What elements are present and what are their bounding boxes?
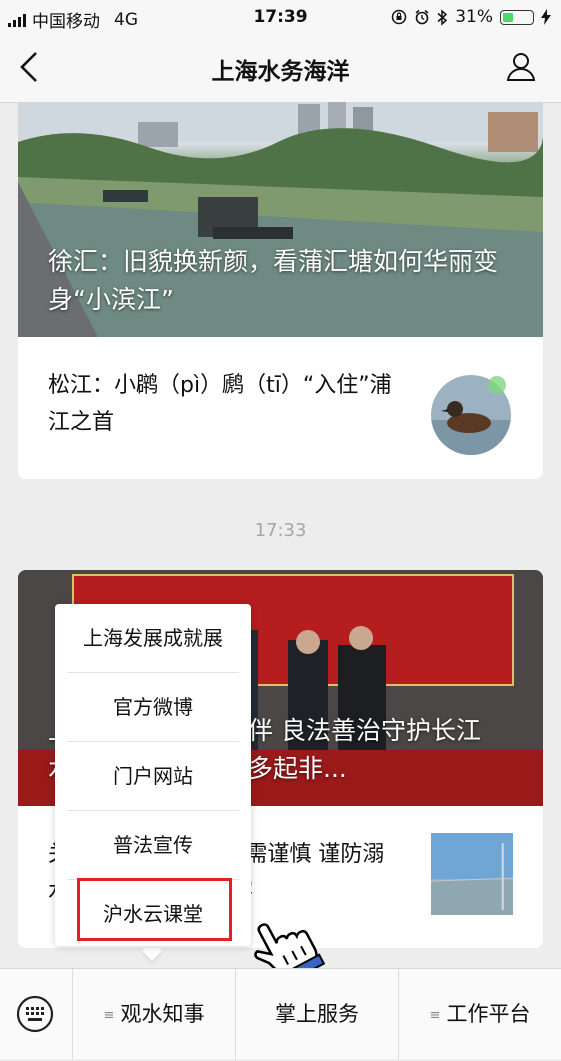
status-right: 31% <box>391 7 551 27</box>
article-item-title: 松江：小䴙（pì）䴘（tī）“入住”浦江之首 <box>48 373 392 435</box>
nav-bar: 上海水务海洋 <box>0 34 561 103</box>
submenu-item[interactable]: 门户网站 <box>67 742 239 811</box>
chat-timestamp: 17:33 <box>254 520 307 541</box>
orientation-lock-icon <box>391 9 407 25</box>
status-bar: 中国移动 4G 17:39 31% <box>0 0 561 34</box>
menu-lines-icon: ≡ <box>103 1008 115 1023</box>
submenu-item[interactable]: 上海发展成就展 <box>67 604 239 673</box>
charging-icon <box>541 9 551 25</box>
menu-lines-icon: ≡ <box>429 1008 441 1023</box>
article-card[interactable]: 徐汇：旧貌换新颜，看蒲汇塘如何华丽变身“小滨江” 松江：小䴙（pì）䴘（tī）“… <box>18 102 543 479</box>
submenu-item[interactable]: 普法宣传 <box>67 811 239 880</box>
grebe-thumbnail <box>431 375 511 455</box>
list-item[interactable]: 松江：小䴙（pì）䴘（tī）“入住”浦江之首 <box>18 337 543 479</box>
battery-fill <box>503 12 513 22</box>
alarm-icon <box>415 9 429 25</box>
tab-label: 观水知事 <box>120 1002 205 1026</box>
article-hero-title: 徐汇：旧貌换新颜，看蒲汇塘如何华丽变身“小滨江” <box>48 247 499 314</box>
battery-percent: 31% <box>455 7 493 27</box>
keyboard-icon[interactable] <box>0 969 72 1059</box>
tab-label: 工作平台 <box>446 1002 531 1026</box>
article-hero-image[interactable]: 徐汇：旧貌换新颜，看蒲汇塘如何华丽变身“小滨江” <box>18 102 543 337</box>
submenu-item[interactable]: 官方微博 <box>67 673 239 742</box>
page-title: 上海水务海洋 <box>211 59 350 85</box>
bluetooth-icon <box>437 8 448 26</box>
tab-gongzuo[interactable]: ≡ 工作平台 <box>399 969 561 1059</box>
tab-guanshui[interactable]: ≡ 观水知事 <box>73 969 235 1059</box>
battery-icon <box>500 9 534 25</box>
person-icon[interactable] <box>505 50 537 86</box>
tab-zhangshang[interactable]: 掌上服务 <box>236 969 398 1059</box>
highlight-box <box>77 878 232 941</box>
bottom-menu-bar: ≡ 观水知事 掌上服务 ≡ 工作平台 <box>0 968 561 1059</box>
river-thumbnail <box>431 833 513 915</box>
tab-label: 掌上服务 <box>275 1002 359 1026</box>
